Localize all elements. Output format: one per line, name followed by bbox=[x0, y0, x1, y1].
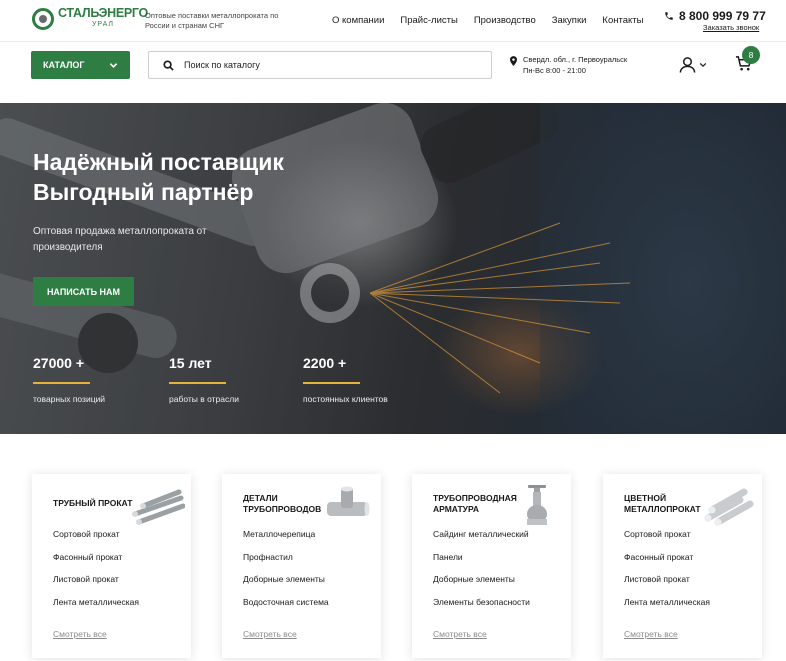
logo-name: СТАЛЬЭНЕРГО bbox=[58, 6, 148, 20]
card-title: ТРУБНЫЙ ПРОКАТ bbox=[53, 498, 133, 508]
category-card-valves[interactable]: ТРУБОПРОВОДНАЯ АРМАТУРА Сайдинг металлич… bbox=[412, 474, 571, 658]
hero-subtitle: Оптовая продажа металлопроката от произв… bbox=[33, 226, 207, 253]
stat-value: 15 лет bbox=[169, 355, 212, 371]
stat-underline bbox=[169, 382, 226, 384]
header-divider bbox=[0, 41, 786, 42]
card-item[interactable]: Листовой прокат bbox=[53, 574, 139, 597]
catalog-label: КАТАЛОГ bbox=[43, 60, 85, 70]
stat-value: 2200 + bbox=[303, 355, 347, 371]
card-item-list: Сортовой прокат Фасонный прокат Листовой… bbox=[624, 529, 710, 619]
write-us-button[interactable]: НАПИСАТЬ НАМ bbox=[33, 277, 134, 306]
location-pin-icon bbox=[510, 56, 517, 66]
nav-price-lists[interactable]: Прайс-листы bbox=[400, 15, 457, 26]
nav-purchases[interactable]: Закупки bbox=[552, 15, 587, 26]
card-title: ЦВЕТНОЙ МЕТАЛЛОПРОКАТ bbox=[624, 493, 701, 514]
valve-icon bbox=[527, 485, 547, 525]
card-item[interactable]: Панели bbox=[433, 552, 530, 575]
stat-clients: 2200 + постоянных клиентов bbox=[303, 355, 388, 404]
callback-link[interactable]: Заказать звонок bbox=[703, 23, 759, 32]
card-item[interactable]: Лента металлическая bbox=[624, 597, 710, 620]
phone-icon bbox=[665, 12, 673, 20]
stat-value: 27000 + bbox=[33, 355, 84, 371]
stat-label: работы в отрасли bbox=[169, 394, 239, 404]
category-card-nonferrous[interactable]: ЦВЕТНОЙ МЕТАЛЛОПРОКАТ Сортовой прокат Фа… bbox=[603, 474, 762, 658]
see-all-link[interactable]: Смотреть все bbox=[433, 629, 487, 639]
address-line: Свердл. обл., г. Первоуральск bbox=[523, 55, 628, 64]
cart-count-badge: 8 bbox=[742, 46, 760, 64]
hero-title-line2: Выгодный партнёр bbox=[33, 179, 254, 205]
tagline: Оптовые поставки металлопроката по Росси… bbox=[145, 11, 279, 30]
logo-sub: УРАЛ bbox=[91, 21, 115, 28]
hero-banner: Надёжный поставщик Выгодный партнёр Опто… bbox=[0, 103, 786, 434]
card-title: ДЕТАЛИ ТРУБОПРОВОДОВ bbox=[243, 493, 322, 514]
see-all-link[interactable]: Смотреть все bbox=[53, 629, 107, 639]
card-item-list: Сортовой прокат Фасонный прокат Листовой… bbox=[53, 529, 139, 619]
logo-icon bbox=[32, 8, 54, 30]
working-hours: Пн-Вс 8:00 - 21:00 bbox=[523, 66, 586, 75]
card-item[interactable]: Доборные элементы bbox=[243, 574, 329, 597]
main-nav: О компании Прайс-листы Производство Заку… bbox=[332, 15, 659, 26]
card-item[interactable]: Элементы безопасности bbox=[433, 597, 530, 620]
card-item-list: Сайдинг металлический Панели Доборные эл… bbox=[433, 529, 530, 619]
phone[interactable]: 8 800 999 79 77 bbox=[664, 9, 766, 23]
card-item[interactable]: Лента металлическая bbox=[53, 597, 139, 620]
user-icon bbox=[679, 57, 696, 73]
logo[interactable]: СТАЛЬЭНЕРГО УРАЛ bbox=[32, 6, 148, 30]
card-item[interactable]: Доборные элементы bbox=[433, 574, 530, 597]
card-item[interactable]: Листовой прокат bbox=[624, 574, 710, 597]
stat-underline bbox=[33, 382, 90, 384]
search-box[interactable] bbox=[148, 51, 492, 79]
card-item[interactable]: Фасонный прокат bbox=[624, 552, 710, 575]
catalog-button[interactable]: КАТАЛОГ bbox=[31, 51, 130, 79]
category-card-pipes[interactable]: ТРУБНЫЙ ПРОКАТ Сортовой прокат Фасонный … bbox=[32, 474, 191, 658]
chevron-down-icon bbox=[699, 62, 707, 68]
search-icon bbox=[163, 59, 174, 71]
pipe-tee-icon bbox=[327, 486, 370, 516]
phone-number: 8 800 999 79 77 bbox=[679, 9, 766, 23]
card-item[interactable]: Водосточная система bbox=[243, 597, 329, 620]
see-all-link[interactable]: Смотреть все bbox=[243, 629, 297, 639]
search-input[interactable] bbox=[184, 60, 484, 70]
nav-production[interactable]: Производство bbox=[474, 15, 536, 26]
stat-underline bbox=[303, 382, 360, 384]
user-menu[interactable] bbox=[679, 56, 707, 74]
card-item[interactable]: Сайдинг металлический bbox=[433, 529, 530, 552]
stat-years: 15 лет работы в отрасли bbox=[169, 355, 239, 404]
card-item[interactable]: Сортовой прокат bbox=[53, 529, 139, 552]
nav-about[interactable]: О компании bbox=[332, 15, 384, 26]
pipes-icon bbox=[132, 489, 185, 525]
chevron-down-icon bbox=[109, 62, 118, 68]
card-item[interactable]: Профнастил bbox=[243, 552, 329, 575]
stat-label: товарных позиций bbox=[33, 394, 106, 404]
top-bar: СТАЛЬЭНЕРГО УРАЛ Оптовые поставки металл… bbox=[0, 0, 786, 42]
see-all-link[interactable]: Смотреть все bbox=[624, 629, 678, 639]
card-item-list: Металлочерепица Профнастил Доборные элем… bbox=[243, 529, 329, 619]
nav-contacts[interactable]: Контакты bbox=[602, 15, 643, 26]
stat-label: постоянных клиентов bbox=[303, 394, 388, 404]
address: Свердл. обл., г. Первоуральск Пн-Вс 8:00… bbox=[510, 54, 627, 76]
card-item[interactable]: Металлочерепица bbox=[243, 529, 329, 552]
card-item[interactable]: Фасонный прокат bbox=[53, 552, 139, 575]
hero-title-line1: Надёжный поставщик bbox=[33, 149, 284, 175]
card-item[interactable]: Сортовой прокат bbox=[624, 529, 710, 552]
category-card-pipe-parts[interactable]: ДЕТАЛИ ТРУБОПРОВОДОВ Металлочерепица Про… bbox=[222, 474, 381, 658]
metal-rods-icon bbox=[704, 488, 754, 526]
stat-products: 27000 + товарных позиций bbox=[33, 355, 105, 404]
